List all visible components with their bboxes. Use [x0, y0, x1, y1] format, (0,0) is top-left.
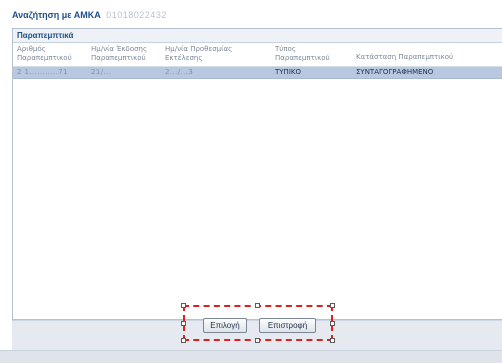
panel-title: Παραπεμπτικά: [13, 29, 502, 43]
table-row[interactable]: 2 1...........71 21/... 2.../...3 ΤΥΠΙΚΟ…: [13, 67, 502, 79]
cell-deadline: 2.../...3: [165, 68, 194, 76]
cell-type: ΤΥΠΙΚΟ: [275, 68, 301, 76]
cell-issue-date: 21/...: [91, 68, 112, 76]
bottom-bar: [0, 350, 502, 363]
column-header-status[interactable]: Κατάσταση Παραπεμπτικού: [356, 53, 496, 62]
select-button[interactable]: Επιλογή: [203, 318, 247, 333]
cell-status: ΣΥΝΤΑΓΟΓΡΑΦΗΜΕΝΟ: [356, 68, 434, 76]
resize-handle: [255, 338, 260, 343]
referrals-panel: Παραπεμπτικά Αριθμός Παραπεμπτικού Ημ/νί…: [12, 28, 502, 320]
search-title: Αναζήτηση με ΑΜΚΑ 01018022432: [12, 10, 167, 20]
resize-handle: [181, 303, 186, 308]
search-label: Αναζήτηση με ΑΜΚΑ: [12, 10, 101, 20]
resize-handle: [255, 303, 260, 308]
amka-value: 01018022432: [106, 10, 167, 20]
resize-handle: [330, 321, 335, 326]
cell-number: 2 1...........71: [17, 68, 68, 76]
resize-handle: [330, 338, 335, 343]
column-header-type[interactable]: Τύπος Παραπεμπτικού: [275, 45, 333, 62]
table-header: Αριθμός Παραπεμπτικού Ημ/νία Έκδοσης Παρ…: [13, 43, 502, 67]
resize-handle: [181, 321, 186, 326]
back-button[interactable]: Επιστροφή: [259, 318, 316, 333]
resize-handle: [330, 303, 335, 308]
column-header-deadline[interactable]: Ημ/νία Προθεσμίας Εκτέλεσης: [165, 45, 247, 62]
resize-handle: [181, 338, 186, 343]
column-header-issue-date[interactable]: Ημ/νία Έκδοσης Παραπεμπτικού: [91, 45, 163, 62]
column-header-number[interactable]: Αριθμός Παραπεμπτικού: [17, 45, 85, 62]
